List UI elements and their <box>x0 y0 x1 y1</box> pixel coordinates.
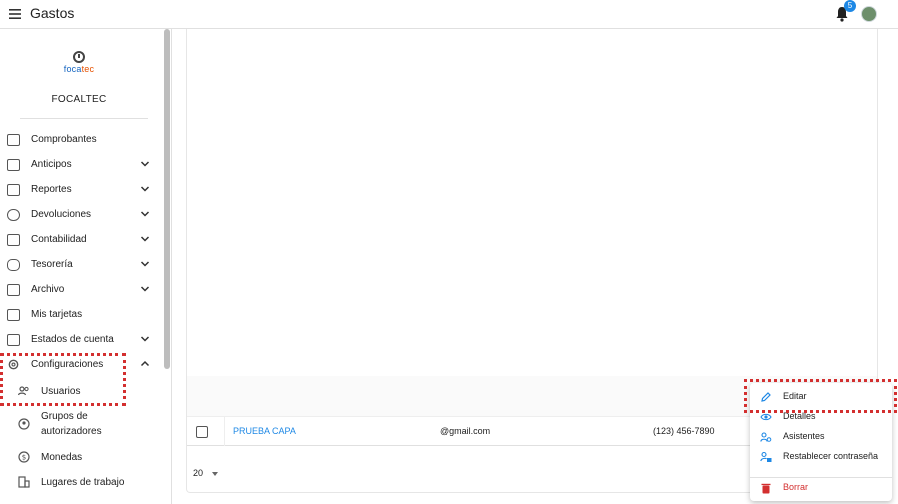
sidebar: focatec FOCALTEC Comprobantes Anticipos … <box>0 29 172 504</box>
lock-reset-icon <box>760 451 772 462</box>
sidebar-item-label: Archivo <box>31 284 65 295</box>
menu-item-asistentes[interactable]: Asistentes <box>750 427 892 447</box>
chevron-down-icon <box>140 336 150 342</box>
building-icon <box>18 476 30 488</box>
assistants-icon <box>760 432 772 442</box>
chevron-down-icon <box>140 211 150 217</box>
caret-down-icon[interactable] <box>212 472 218 476</box>
sidebar-item-devoluciones[interactable]: Devoluciones <box>0 203 158 228</box>
user-phone: (123) 456-7890 <box>653 426 715 436</box>
sidebar-subitem-label: Grupos de autorizadores <box>41 411 102 437</box>
sidebar-item-label: Anticipos <box>31 159 72 170</box>
menu-item-label: Borrar <box>783 482 809 492</box>
hamburger-menu-icon[interactable] <box>8 7 22 21</box>
user-email: @gmail.com <box>440 426 491 436</box>
chevron-down-icon <box>140 286 150 292</box>
sidebar-item-anticipos[interactable]: Anticipos <box>0 153 158 178</box>
sidebar-item-tesoreria[interactable]: Tesorería <box>0 253 158 278</box>
user-name-link[interactable]: PRUEBA CAPA <box>233 426 296 436</box>
sidebar-item-label: Contabilidad <box>31 234 87 245</box>
sidebar-item-label: Comprobantes <box>31 134 97 145</box>
currency-icon: $ <box>18 451 30 463</box>
column-divider <box>224 417 225 446</box>
sidebar-item-label: Tesorería <box>31 259 73 270</box>
sidebar-item-label: Reportes <box>31 184 72 195</box>
highlight-box-editar <box>744 379 897 413</box>
sidebar-item-mis-tarjetas[interactable]: Mis tarjetas <box>0 303 158 328</box>
sidebar-divider <box>20 118 148 119</box>
sidebar-subitem-grupos-de-autorizadores[interactable]: Grupos de autorizadores <box>0 409 158 441</box>
svg-text:$: $ <box>22 454 26 462</box>
sidebar-subitem-label: Monedas <box>41 452 83 463</box>
sidebar-subitem-label: Lugares de trabajo <box>41 477 125 488</box>
row-checkbox[interactable] <box>196 426 208 438</box>
archive-icon <box>7 284 20 296</box>
app-title: Gastos <box>30 5 75 21</box>
chevron-down-icon <box>140 161 150 167</box>
chevron-down-icon <box>140 261 150 267</box>
sidebar-item-label: Devoluciones <box>31 209 92 220</box>
menu-item-label: Asistentes <box>783 431 825 441</box>
statement-icon <box>7 334 20 346</box>
document-icon <box>7 134 20 146</box>
logo-text-blue: foca <box>63 64 82 74</box>
menu-item-label: Restablecer contraseña <box>783 451 879 461</box>
trash-icon <box>761 483 771 494</box>
company-name: FOCALTEC <box>51 94 107 105</box>
top-app-bar: Gastos 5 <box>0 0 898 29</box>
chevron-up-icon <box>140 360 150 367</box>
sidebar-subitem-lugares-de-trabajo[interactable]: Lugares de trabajo <box>0 473 158 493</box>
user-avatar[interactable] <box>861 6 877 22</box>
report-icon <box>7 184 20 196</box>
refund-icon <box>7 209 20 221</box>
sidebar-item-archivo[interactable]: Archivo <box>0 278 158 303</box>
cash-icon <box>7 159 20 171</box>
group-icon <box>18 418 30 430</box>
menu-item-restablecer-contrasena[interactable]: Restablecer contraseña <box>750 447 892 467</box>
sidebar-item-comprobantes[interactable]: Comprobantes <box>0 128 158 153</box>
sidebar-subitem-monedas[interactable]: $ Monedas <box>0 448 158 468</box>
highlight-box-configuraciones <box>0 353 126 406</box>
sidebar-item-label: Mis tarjetas <box>31 309 83 320</box>
menu-item-borrar[interactable]: Borrar <box>750 478 892 498</box>
logo-text-orange: tec <box>81 64 95 74</box>
sidebar-item-reportes[interactable]: Reportes <box>0 178 158 203</box>
logo-mark-icon <box>73 51 85 63</box>
sidebar-item-label: Estados de cuenta <box>31 334 114 345</box>
sidebar-item-contabilidad[interactable]: Contabilidad <box>0 228 158 253</box>
rows-per-page-select[interactable]: 20 <box>193 468 203 478</box>
credit-card-icon <box>7 309 20 321</box>
bank-icon <box>7 234 20 246</box>
piggy-bank-icon <box>7 259 20 271</box>
chevron-down-icon <box>140 186 150 192</box>
chevron-down-icon <box>140 236 150 242</box>
sidebar-scrollbar[interactable] <box>164 29 170 369</box>
logo-text: focatec <box>58 64 100 74</box>
notification-badge: 5 <box>844 0 856 12</box>
sidebar-item-estados-de-cuenta[interactable]: Estados de cuenta <box>0 328 158 353</box>
company-logo: focatec <box>58 51 100 74</box>
